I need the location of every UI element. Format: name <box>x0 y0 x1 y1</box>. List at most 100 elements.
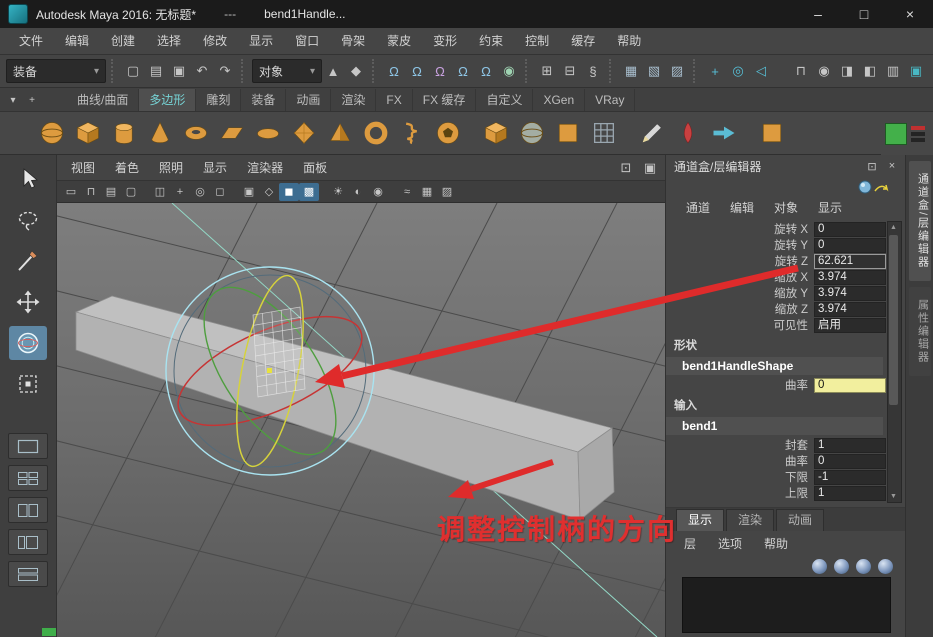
output-connections-icon[interactable]: ⊟ <box>559 60 581 82</box>
menubar-item[interactable]: 变形 <box>422 28 468 55</box>
poly-cube-icon[interactable] <box>70 114 106 152</box>
channel-value[interactable]: 62.621 <box>814 254 886 269</box>
viewport-menu-item[interactable]: 显示 <box>193 155 237 181</box>
layout-single-pane-button[interactable] <box>8 433 48 459</box>
select-tool-button[interactable] <box>9 162 47 196</box>
sculpt-sphere-icon[interactable] <box>514 114 550 152</box>
vp-bookmarks-icon[interactable]: ▢ <box>121 183 141 201</box>
statusline-separator[interactable] <box>372 59 378 83</box>
layer-editor-tab[interactable]: 渲染 <box>726 509 774 531</box>
snap-together-icon[interactable]: + <box>704 60 726 82</box>
layer-anim-icon[interactable] <box>878 559 893 574</box>
minimize-button[interactable]: – <box>795 0 841 28</box>
modeling-toolkit-toggle-icon[interactable]: ▣ <box>905 60 927 82</box>
channel-label[interactable]: 旋转 X <box>666 221 814 237</box>
menubar-item[interactable]: 选择 <box>146 28 192 55</box>
layer-list[interactable] <box>682 577 891 633</box>
channelbox-scrollbar[interactable]: ▲ ▼ <box>887 221 902 503</box>
vp-film-gate-icon[interactable]: ◻ <box>210 183 230 201</box>
viewport-menu-item[interactable]: 着色 <box>105 155 149 181</box>
channel-label[interactable]: 封套 <box>666 437 814 453</box>
lasso-tool-button[interactable] <box>9 203 47 237</box>
highlight-selection-icon[interactable]: ◉ <box>813 60 835 82</box>
vp-ao-icon[interactable]: ◉ <box>368 183 388 201</box>
redo-icon[interactable]: ↷ <box>214 60 236 82</box>
channel-value[interactable]: 0 <box>814 454 886 469</box>
channel-value[interactable]: 0 <box>814 222 886 237</box>
layer-editor-menu-item[interactable]: 选项 <box>710 535 750 552</box>
layer-editor-tab[interactable]: 动画 <box>776 509 824 531</box>
symmetry-icon[interactable]: ◁ <box>750 60 772 82</box>
ipr-render-icon[interactable]: ▧ <box>643 60 665 82</box>
snap-to-viewplane-icon[interactable]: Ω <box>475 60 497 82</box>
layout-persp-outliner-button[interactable] <box>8 529 48 555</box>
channel-label[interactable]: 旋转 Z <box>666 253 814 269</box>
poly-text-icon[interactable] <box>586 114 622 152</box>
channel-value[interactable]: 1 <box>814 486 886 501</box>
make-live-icon[interactable]: ◉ <box>498 60 520 82</box>
channel-box-toggle-icon[interactable]: ▥ <box>882 60 904 82</box>
viewport-canvas[interactable] <box>57 203 665 637</box>
tab-channel-box[interactable]: 通道盒/层编辑器 <box>909 161 931 281</box>
channel-value[interactable]: -1 <box>814 470 886 485</box>
poly-helix-icon[interactable] <box>394 114 430 152</box>
channel-label[interactable]: 缩放 X <box>666 269 814 285</box>
construction-history-icon[interactable]: § <box>582 60 604 82</box>
vp-image-plane-icon[interactable]: ◫ <box>150 183 170 201</box>
selection-mask-selector[interactable]: 对象 ▾ <box>252 59 322 83</box>
poly-pyramid-icon[interactable] <box>322 114 358 152</box>
menubar-item[interactable]: 创建 <box>100 28 146 55</box>
modeling-toolkit-active-icon[interactable] <box>885 123 907 145</box>
scroll-up-icon[interactable]: ▲ <box>888 222 899 233</box>
layer-editor-menu-item[interactable]: 帮助 <box>756 535 796 552</box>
channel-label[interactable]: 缩放 Y <box>666 285 814 301</box>
menubar-item[interactable]: 文件 <box>8 28 54 55</box>
menubar-item[interactable]: 显示 <box>238 28 284 55</box>
mirror-geometry-icon[interactable] <box>550 114 586 152</box>
layer-editor-menu-item[interactable]: 层 <box>676 535 704 552</box>
vp-wireframe-icon[interactable]: ◇ <box>259 183 279 201</box>
open-scene-icon[interactable]: ▤ <box>145 60 167 82</box>
paint-select-tool-button[interactable] <box>9 244 47 278</box>
curve-pencil-icon[interactable] <box>634 114 670 152</box>
close-panel-icon[interactable]: × <box>883 158 901 174</box>
poly-soccerball-icon[interactable] <box>430 114 466 152</box>
poly-cylinder-icon[interactable] <box>106 114 142 152</box>
viewport-menu-item[interactable]: 照明 <box>149 155 193 181</box>
maximize-button[interactable]: □ <box>841 0 887 28</box>
shelf-options-icon[interactable]: + <box>23 91 41 109</box>
paint-weights-icon[interactable] <box>670 114 706 152</box>
menubar-item[interactable]: 控制 <box>514 28 560 55</box>
channel-box-menu-item[interactable]: 通道 <box>678 199 718 216</box>
statusline-separator[interactable] <box>609 59 615 83</box>
shelf-tab-switch-icon[interactable]: ▾ <box>4 91 22 109</box>
channel-label[interactable]: 下限 <box>666 469 814 485</box>
menubar-item[interactable]: 约束 <box>468 28 514 55</box>
snap-to-grid-icon[interactable]: Ω <box>383 60 405 82</box>
vp-shaded-icon[interactable]: ◼ <box>279 183 299 201</box>
layout-hypershade-persp-button[interactable] <box>8 561 48 587</box>
save-scene-icon[interactable]: ▣ <box>168 60 190 82</box>
channel-box-menu-item[interactable]: 对象 <box>766 199 806 216</box>
shelf-tab[interactable]: 装备 <box>241 89 286 111</box>
vp-camera-lock-icon[interactable]: ⊓ <box>81 183 101 201</box>
lock-selection-icon[interactable]: ⊓ <box>790 60 812 82</box>
render-current-frame-icon[interactable]: ▦ <box>620 60 642 82</box>
channel-value[interactable]: 3.974 <box>814 270 886 285</box>
close-button[interactable]: × <box>887 0 933 28</box>
vp-xray-icon[interactable]: ▨ <box>437 183 457 201</box>
layout-four-pane-button[interactable] <box>8 465 48 491</box>
new-scene-icon[interactable]: ▢ <box>122 60 144 82</box>
input-connections-icon[interactable]: ⊞ <box>536 60 558 82</box>
vp-textured-icon[interactable]: ▩ <box>299 183 319 201</box>
scale-tool-button[interactable] <box>9 367 47 401</box>
poly-cone-icon[interactable] <box>142 114 178 152</box>
quad-draw-icon[interactable] <box>754 114 790 152</box>
viewport-menu-item[interactable]: 渲染器 <box>237 155 293 181</box>
channel-box-menu-item[interactable]: 显示 <box>810 199 850 216</box>
channel-value[interactable]: 启用 <box>814 318 886 333</box>
dock-panel-icon[interactable]: ⊡ <box>863 158 881 174</box>
channel-value[interactable]: 3.974 <box>814 286 886 301</box>
shelf-tab[interactable]: VRay <box>585 89 635 111</box>
tool-settings-toggle-icon[interactable]: ◧ <box>859 60 881 82</box>
